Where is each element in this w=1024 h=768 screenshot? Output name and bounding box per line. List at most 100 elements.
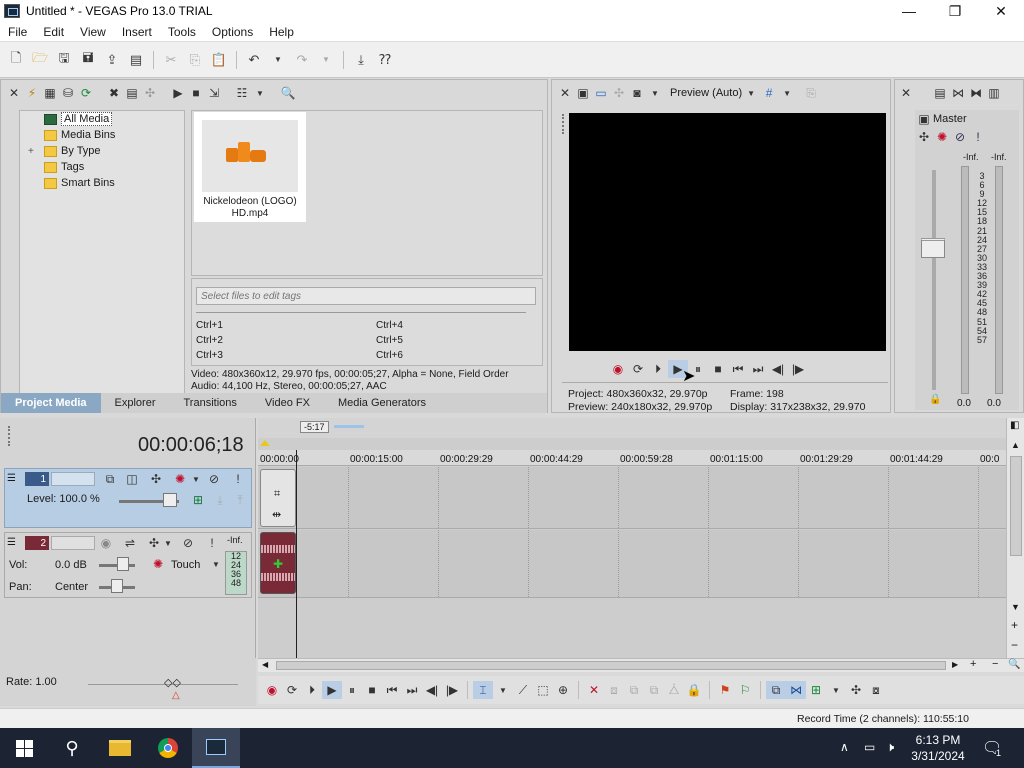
zoom-in-time-icon[interactable]: + [970, 658, 976, 670]
overlays-dropdown-icon[interactable]: ▼ [778, 84, 796, 102]
tree-item-media-bins[interactable]: Media Bins [20, 127, 184, 143]
solo-icon[interactable]: ! [969, 128, 987, 146]
master-fader[interactable] [921, 238, 945, 258]
scroll-left-icon[interactable]: ◀ [262, 660, 268, 669]
normal-edit-tool-icon[interactable]: ⌶ [473, 681, 493, 699]
loop-region-label[interactable]: -5:17 [300, 421, 329, 433]
tag-shortcut[interactable]: Ctrl+1 [196, 320, 223, 331]
copy-snapshot-icon[interactable]: ⎘ [802, 84, 820, 102]
mixer-view-icon[interactable]: ▥ [985, 84, 1003, 102]
insert-region-icon[interactable]: ⚐ [735, 681, 755, 699]
go-to-end-icon[interactable]: ⏭ [748, 360, 768, 378]
preview-quality-select[interactable]: Preview (Auto) [670, 87, 742, 99]
insertion-marker-icon[interactable] [260, 440, 270, 446]
loop-playback-icon[interactable]: ⟳ [282, 681, 302, 699]
stop-icon[interactable]: ■ [362, 681, 382, 699]
panel-close-icon[interactable]: ✕ [5, 84, 23, 102]
open-icon[interactable]: 🗁 [30, 50, 50, 70]
invert-phase-icon[interactable]: ⇌ [121, 534, 139, 552]
event-pan-crop-icon[interactable]: ⌗ [274, 488, 280, 501]
mute-icon[interactable]: ⊘ [179, 534, 197, 552]
rate-slider-thumb[interactable]: ◇◇ [164, 676, 181, 689]
vegas-taskbar-icon[interactable] [192, 728, 240, 768]
marker-bar[interactable]: -5:17 [258, 418, 1006, 446]
system-clock[interactable]: 6:13 PM 3/31/2024 [908, 732, 968, 764]
tag-shortcut[interactable]: Ctrl+5 [376, 335, 403, 346]
playhead[interactable] [296, 450, 297, 658]
play-icon[interactable]: ▶ [322, 681, 342, 699]
show-hidden-icons-icon[interactable]: ∧ [840, 740, 849, 754]
pan-slider-thumb[interactable] [111, 579, 123, 593]
next-frame-icon[interactable]: |▶ [442, 681, 462, 699]
trim-end-icon[interactable]: ⧉ [644, 681, 664, 699]
ignore-event-grouping-icon[interactable]: ⧉ [766, 681, 786, 699]
timeline-vertical-scrollbar[interactable]: ◧ ▲ ▼ + − [1006, 418, 1024, 658]
audio-track-header[interactable]: ☰ 2 ◉ ⇌ ✣ ▼ ⊘ ! -Inf. Vol: 0.0 dB ✺ Touc… [4, 532, 252, 598]
preview-quality-dropdown-icon[interactable]: ▼ [742, 84, 760, 102]
lock-envelopes-icon[interactable]: ✣ [846, 681, 866, 699]
save-icon[interactable]: 🖫 [54, 50, 74, 70]
undo-dropdown-icon[interactable]: ▼ [268, 50, 288, 70]
enable-snapping-icon[interactable]: ⤓ [351, 50, 371, 70]
go-to-start-icon[interactable]: ⏮ [382, 681, 402, 699]
master-fx-icon[interactable]: ✣ [915, 128, 933, 146]
views-dropdown-icon[interactable]: ▼ [251, 84, 269, 102]
tree-item-by-type[interactable]: + By Type [20, 143, 184, 159]
panel-close-icon[interactable]: ✕ [556, 84, 574, 102]
new-project-icon[interactable]: 🗋 [6, 50, 26, 70]
zoom-out-time-icon[interactable]: − [992, 658, 998, 670]
search-icon[interactable]: ⚲ [48, 728, 96, 768]
volume-slider-thumb[interactable] [117, 557, 129, 571]
remove-media-icon[interactable]: ✖ [105, 84, 123, 102]
views-icon[interactable]: ☷ [233, 84, 251, 102]
scroll-up-icon[interactable]: ▲ [1011, 440, 1020, 450]
tree-item-smart-bins[interactable]: Smart Bins [20, 175, 184, 191]
go-to-start-icon[interactable]: ⏮ [728, 360, 748, 378]
redo-dropdown-icon[interactable]: ▼ [316, 50, 336, 70]
automation-mode[interactable]: Touch [171, 559, 200, 571]
track-grip-icon[interactable]: ☰ [7, 537, 16, 548]
get-media-from-web-icon[interactable]: ⛁ [59, 84, 77, 102]
mute-icon[interactable]: ⊘ [951, 128, 969, 146]
level-slider-thumb[interactable] [163, 493, 177, 507]
video-fx-icon[interactable]: ✣ [610, 84, 628, 102]
tag-shortcut[interactable]: Ctrl+3 [196, 350, 223, 361]
menu-tools[interactable]: Tools [160, 25, 204, 39]
audio-event[interactable]: ✚ [260, 532, 296, 594]
play-from-start-icon[interactable]: ⏵ [302, 681, 322, 699]
time-ruler[interactable]: 00:00:00 00:00:15:00 00:00:29:29 00:00:4… [258, 450, 1006, 466]
tab-explorer[interactable]: Explorer [101, 393, 170, 413]
mute-icon[interactable]: ⊘ [205, 470, 223, 488]
selection-edit-tool-icon[interactable]: ⬚ [533, 681, 553, 699]
track-name-input[interactable] [51, 536, 95, 550]
undo-icon[interactable]: ↶ [244, 50, 264, 70]
loop-playback-icon[interactable]: ⟳ [628, 360, 648, 378]
menu-insert[interactable]: Insert [114, 25, 160, 39]
stop-preview-icon[interactable]: ■ [187, 84, 205, 102]
menu-edit[interactable]: Edit [35, 25, 72, 39]
volume-icon[interactable]: 🕨 [886, 739, 894, 755]
envelope-edit-tool-icon[interactable]: ⟋ [513, 681, 533, 699]
play-from-start-icon[interactable]: ⏵ [648, 360, 668, 378]
save-as-icon[interactable]: 🖬 [78, 50, 98, 70]
whats-this-help-icon[interactable]: ⁇ [375, 50, 395, 70]
minimize-button[interactable]: — [886, 0, 932, 22]
next-frame-icon[interactable]: |▶ [788, 360, 808, 378]
track-fx-icon[interactable]: ✣ [147, 470, 165, 488]
auto-ripple-icon[interactable]: ⊞ [806, 681, 826, 699]
media-item[interactable]: Nickelodeon (LOGO) HD.mp4 [194, 112, 306, 222]
tag-shortcut[interactable]: Ctrl+6 [376, 350, 403, 361]
compositing-mode-icon[interactable]: ◫ [123, 470, 141, 488]
split-screen-icon[interactable]: ◙ [628, 84, 646, 102]
solo-icon[interactable]: ! [203, 534, 221, 552]
timeline[interactable]: -5:17 00:00:00 00:00:15:00 00:00:29:29 0… [258, 418, 1006, 658]
menu-file[interactable]: File [0, 25, 35, 39]
panel-grip[interactable] [562, 114, 568, 134]
menu-view[interactable]: View [72, 25, 114, 39]
scroll-down-icon[interactable]: ▼ [1011, 602, 1020, 612]
tags-input[interactable] [196, 287, 536, 305]
preview-properties-icon[interactable]: ▣ [574, 84, 592, 102]
video-event[interactable]: ⌗ ⇹ [260, 469, 296, 527]
capture-video-icon[interactable]: ▦ [41, 84, 59, 102]
tree-item-tags[interactable]: Tags [20, 159, 184, 175]
